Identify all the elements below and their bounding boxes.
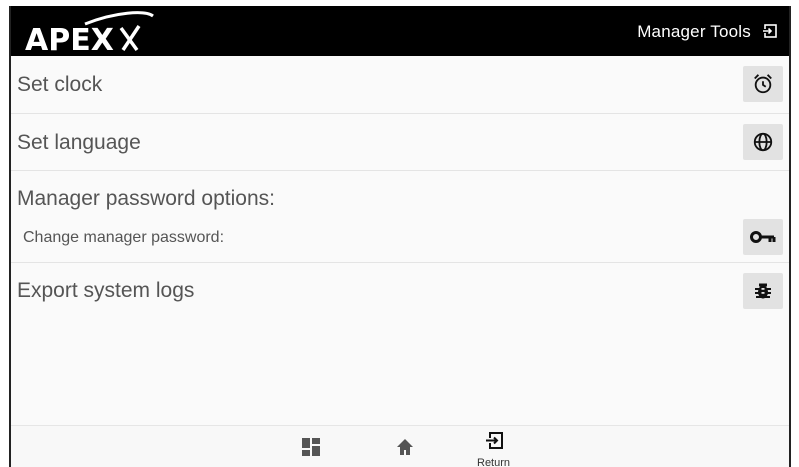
set-clock-label: Set clock bbox=[17, 73, 103, 96]
exit-icon[interactable] bbox=[759, 20, 781, 42]
top-bar: APEX Manager Tools bbox=[11, 6, 789, 56]
return-button[interactable]: Return bbox=[477, 432, 510, 467]
home-icon[interactable] bbox=[396, 438, 414, 456]
app-window: APEX Manager Tools Set clock Set languag… bbox=[9, 6, 791, 467]
set-clock-row[interactable]: Set clock bbox=[11, 56, 789, 114]
bug-icon[interactable] bbox=[743, 273, 783, 309]
return-icon bbox=[484, 432, 504, 455]
change-password-label: Change manager password: bbox=[23, 229, 225, 246]
key-icon[interactable] bbox=[743, 219, 783, 255]
globe-icon[interactable] bbox=[743, 124, 783, 160]
logo-text: APEX bbox=[25, 23, 114, 54]
apex-logo: APEX bbox=[25, 11, 154, 54]
set-language-label: Set language bbox=[17, 131, 141, 154]
set-language-row[interactable]: Set language bbox=[11, 114, 789, 171]
bottom-nav: Return bbox=[11, 425, 789, 467]
password-options-row: Manager password options: Change manager… bbox=[11, 171, 789, 263]
export-logs-row[interactable]: Export system logs bbox=[11, 263, 789, 321]
export-logs-label: Export system logs bbox=[17, 279, 195, 302]
return-label: Return bbox=[477, 457, 511, 467]
password-options-label: Manager password options: bbox=[17, 187, 275, 210]
alarm-clock-icon[interactable] bbox=[743, 66, 783, 102]
page-title: Manager Tools bbox=[637, 22, 751, 41]
grid-icon[interactable] bbox=[302, 438, 320, 456]
